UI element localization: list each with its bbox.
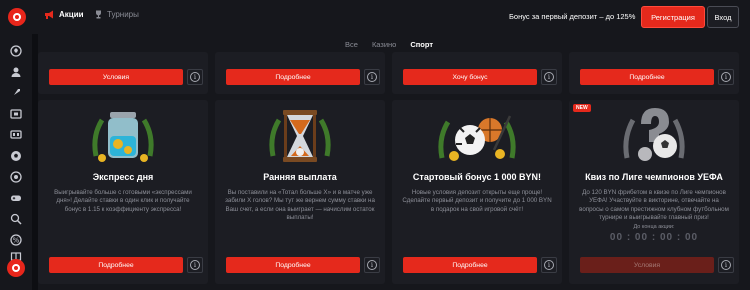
conditions-button[interactable]: Условия — [49, 69, 183, 85]
promo-card-top-4: Подробнее i — [569, 52, 739, 94]
gamepad-icon[interactable] — [9, 191, 22, 204]
bonus-banner-text: Бонус за первый депозит – до 125% — [509, 12, 636, 21]
want-bonus-button[interactable]: Хочу бонус — [403, 69, 537, 85]
info-button[interactable]: i — [364, 69, 380, 85]
register-button[interactable]: Регистрация — [641, 6, 705, 28]
login-button[interactable]: Вход — [707, 6, 739, 28]
conditions-button-disabled[interactable]: Условия — [580, 257, 714, 273]
nav-promotions[interactable]: Акции — [44, 10, 84, 19]
info-button[interactable]: i — [364, 257, 380, 273]
bottom-logo[interactable] — [7, 259, 25, 277]
info-button[interactable]: i — [187, 69, 203, 85]
info-icon: i — [367, 260, 377, 270]
card-title: Стартовый бонус 1 000 BYN! — [412, 172, 542, 182]
main-content: Все Казино Спорт Условия i Подробнее i Х… — [38, 34, 750, 290]
details-button[interactable]: Подробнее — [403, 257, 537, 273]
hourglass-illustration — [269, 110, 331, 162]
info-icon: i — [190, 72, 200, 82]
promo-card-top-3: Хочу бонус i — [392, 52, 562, 94]
card-title: Квиз по Лиге чемпионов УЕФА — [585, 172, 723, 182]
slots-icon[interactable] — [9, 107, 22, 120]
svg-text:%: % — [12, 236, 19, 244]
info-icon: i — [721, 72, 731, 82]
details-button[interactable]: Подробнее — [226, 257, 360, 273]
live-user-icon[interactable] — [9, 65, 22, 78]
cards-icon[interactable] — [9, 127, 22, 140]
sports-ball-icon[interactable] — [9, 44, 22, 57]
promo-card-top-1: Условия i — [38, 52, 208, 94]
card-description: Новые условия депозит открыты еще проще!… — [402, 189, 552, 213]
sidebar: % — [0, 34, 32, 290]
nav-tournaments[interactable]: Турниры — [94, 10, 139, 19]
info-icon: i — [544, 260, 554, 270]
details-button[interactable]: Подробнее — [49, 257, 183, 273]
timer-label: До конца акции: — [633, 224, 675, 230]
quiz-question-illustration — [623, 108, 685, 161]
info-button[interactable]: i — [718, 69, 734, 85]
card-title: Ранняя выплата — [263, 172, 337, 182]
info-button[interactable]: i — [541, 69, 557, 85]
card-description: Вы поставили на «Тотал больше Х» и в мат… — [225, 189, 375, 222]
details-button[interactable]: Подробнее — [580, 69, 714, 85]
logo[interactable] — [8, 8, 26, 26]
esports-icon[interactable] — [9, 170, 22, 183]
info-icon: i — [367, 72, 377, 82]
promo-card-start-bonus: Стартовый бонус 1 000 BYN! Новые условия… — [392, 100, 562, 284]
nav-promotions-label: Акции — [59, 10, 84, 19]
info-icon: i — [544, 72, 554, 82]
promo-card-early-payout: Ранняя выплата Вы поставили на «Тотал бо… — [215, 100, 385, 284]
promo-circle-icon[interactable]: % — [9, 233, 22, 246]
new-badge: NEW — [573, 104, 591, 112]
football-icon[interactable] — [9, 149, 22, 162]
info-button[interactable]: i — [541, 257, 557, 273]
info-icon: i — [721, 260, 731, 270]
card-title: Экспресс дня — [92, 172, 154, 182]
nav-tournaments-label: Турниры — [107, 10, 139, 19]
express-jar-illustration — [92, 112, 154, 162]
top-bar: Акции Турниры Бонус за первый депозит – … — [0, 0, 750, 34]
countdown-timer: 00 : 00 : 00 : 00 — [609, 232, 699, 243]
megaphone-icon — [45, 10, 53, 19]
info-button[interactable]: i — [187, 257, 203, 273]
trophy-icon — [96, 10, 101, 19]
info-icon: i — [190, 260, 200, 270]
card-description: Выигрывайте больше с готовыми «экспресса… — [54, 189, 192, 213]
search-bet-icon[interactable] — [9, 212, 22, 225]
promo-card-express: Экспресс дня Выигрывайте больше с готовы… — [38, 100, 208, 284]
card-description: До 120 BYN фрибетом в квизе по Лиге чемп… — [579, 189, 729, 222]
info-button[interactable]: i — [718, 257, 734, 273]
details-button[interactable]: Подробнее — [226, 69, 360, 85]
sports-balls-illustration — [438, 115, 516, 161]
promo-card-top-2: Подробнее i — [215, 52, 385, 94]
rocket-icon[interactable] — [9, 86, 22, 99]
promo-card-ucl-quiz: NEW Квиз по Лиге чемпионов УЕФА До 120 B… — [569, 100, 739, 284]
